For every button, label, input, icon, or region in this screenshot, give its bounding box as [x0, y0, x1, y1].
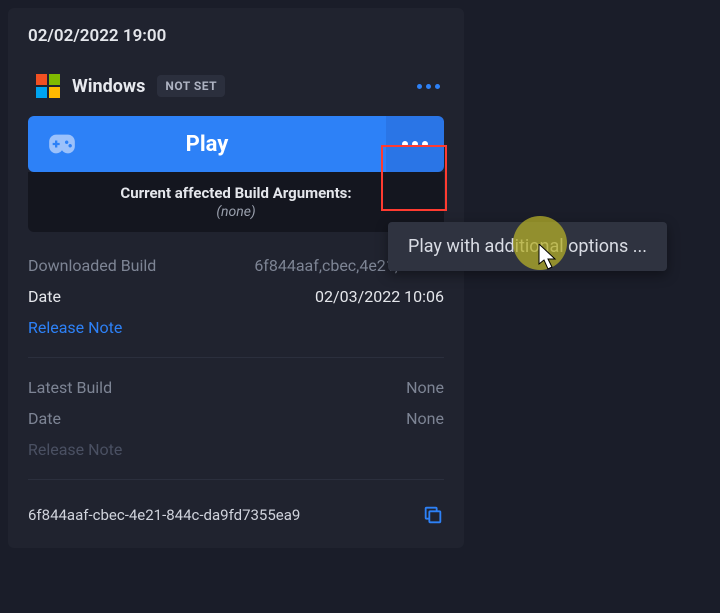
play-row: Play: [8, 116, 464, 172]
platform-row: Windows NOT SET: [8, 56, 464, 116]
play-more-button[interactable]: [386, 116, 444, 172]
build-args-title: Current affected Build Arguments:: [38, 184, 434, 202]
play-more-tooltip: Play with additional options ...: [388, 222, 667, 271]
latest-build-label: Latest Build: [28, 378, 112, 397]
platform-name: Windows: [72, 76, 145, 97]
latest-date-label: Date: [28, 409, 61, 428]
tooltip-text: Play with additional options ...: [408, 236, 647, 257]
latest-build-value: None: [406, 378, 444, 397]
downloaded-date-label: Date: [28, 287, 61, 306]
platform-more-button[interactable]: [412, 70, 444, 102]
ellipsis-icon: [417, 84, 440, 89]
downloaded-date-value: 02/03/2022 10:06: [315, 287, 444, 306]
latest-section: Latest Build None Date None Release Note: [8, 368, 464, 469]
build-args-block: Current affected Build Arguments: (none): [28, 172, 444, 232]
play-button[interactable]: Play: [28, 116, 386, 172]
play-button-label: Play: [186, 132, 229, 157]
windows-logo-icon: [36, 74, 60, 98]
downloaded-build-label: Downloaded Build: [28, 256, 156, 275]
downloaded-release-note-link[interactable]: Release Note: [28, 318, 122, 337]
gamepad-icon: [48, 134, 76, 154]
build-card: 02/02/2022 19:00 Windows NOT SET Play Cu…: [8, 8, 464, 548]
latest-date-value: None: [406, 409, 444, 428]
divider: [28, 357, 444, 358]
ellipsis-icon: [402, 141, 428, 147]
copy-icon[interactable]: [422, 504, 444, 526]
footer-row: 6f844aaf-cbec-4e21-844c-da9fd7355ea9: [8, 490, 464, 548]
divider: [28, 479, 444, 480]
card-timestamp: 02/02/2022 19:00: [8, 8, 464, 56]
footer-guid: 6f844aaf-cbec-4e21-844c-da9fd7355ea9: [28, 506, 300, 524]
latest-release-note-link: Release Note: [28, 440, 122, 459]
platform-status-badge: NOT SET: [157, 75, 225, 97]
build-args-value: (none): [38, 204, 434, 220]
